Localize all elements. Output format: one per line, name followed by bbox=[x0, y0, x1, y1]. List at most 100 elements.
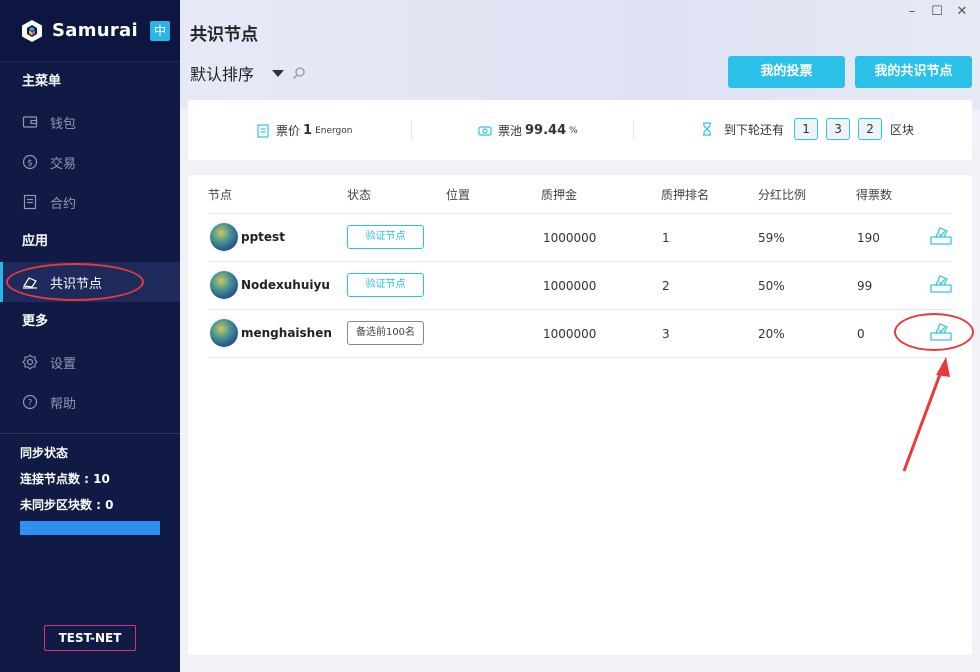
votes-cell: 190 bbox=[857, 231, 880, 245]
vote-icon[interactable] bbox=[930, 273, 952, 293]
network-badge[interactable]: TEST-NET bbox=[44, 625, 136, 651]
node-name[interactable]: Nodexuhuiyu bbox=[241, 278, 330, 292]
dollar-icon: $ bbox=[22, 154, 38, 170]
my-votes-button[interactable]: 我的投票 bbox=[728, 56, 845, 88]
help-icon: ? bbox=[22, 394, 38, 410]
ticket-price-unit: Energon bbox=[315, 125, 353, 136]
column-header: 得票数 bbox=[856, 188, 893, 202]
stats-card: 票价 1 Energon 票池 99.44 % 到下轮还有 1 3 2 区块 bbox=[188, 100, 972, 160]
block-digit: 2 bbox=[858, 118, 883, 140]
main-content: – ☐ ✕ 共识节点 默认排序 我的投票 我的共识节点 票价 1 Energon… bbox=[180, 0, 980, 672]
sidebar-item-label: 合约 bbox=[50, 196, 77, 212]
ticket-pool: 票池 99.44 % bbox=[478, 122, 578, 139]
sidebar-item-label: 交易 bbox=[50, 156, 77, 172]
row-divider bbox=[208, 261, 952, 262]
sidebar-item-settings[interactable]: 设置 bbox=[0, 342, 180, 382]
close-icon[interactable]: ✕ bbox=[955, 4, 969, 19]
ticket-price: 票价 1 Energon bbox=[256, 122, 352, 139]
avatar bbox=[210, 223, 238, 251]
column-header: 节点 bbox=[208, 188, 233, 202]
column-header: 位置 bbox=[446, 188, 471, 202]
ticket-price-value: 1 bbox=[303, 123, 313, 138]
sort-dropdown[interactable]: 默认排序 bbox=[190, 61, 306, 85]
stat-divider bbox=[633, 120, 634, 140]
stat-divider bbox=[411, 120, 412, 140]
sidebar-item-label: 钱包 bbox=[50, 116, 77, 132]
avatar bbox=[210, 271, 238, 299]
gear-icon bbox=[22, 354, 38, 370]
sync-title: 同步状态 bbox=[20, 446, 69, 460]
rank-cell: 1 bbox=[662, 231, 670, 245]
pool-icon bbox=[478, 125, 492, 136]
connected-nodes: 连接节点数 : 10 bbox=[20, 470, 114, 496]
unsynced-blocks-label: 未同步区块数 : bbox=[20, 498, 101, 512]
status-badge: 验证节点 bbox=[347, 225, 424, 249]
column-header: 状态 bbox=[347, 188, 372, 202]
block-unit: 区块 bbox=[890, 122, 915, 137]
rank-cell: 3 bbox=[662, 327, 670, 341]
sort-label: 默认排序 bbox=[190, 65, 255, 84]
sidebar-item-transaction[interactable]: $ 交易 bbox=[0, 142, 180, 182]
language-toggle[interactable]: 中 bbox=[150, 21, 170, 41]
annotation-arrow bbox=[902, 357, 950, 472]
wallet-icon bbox=[22, 116, 38, 128]
vote-icon[interactable] bbox=[930, 225, 952, 245]
dividend-cell: 59% bbox=[758, 231, 785, 245]
header-background bbox=[180, 0, 980, 110]
sync-progress-bar bbox=[20, 521, 160, 535]
node-name[interactable]: pptest bbox=[241, 230, 285, 244]
apps-title: 应用 bbox=[22, 234, 49, 249]
status-badge: 验证节点 bbox=[347, 273, 424, 297]
maximize-icon[interactable]: ☐ bbox=[930, 4, 944, 19]
ticket-price-label: 票价 bbox=[276, 124, 301, 138]
next-round-label: 到下轮还有 bbox=[724, 122, 785, 137]
sidebar: Samurai 中 主菜单 钱包 $ 交易 合约 应用 共识节点 更多 设置 ?… bbox=[0, 0, 180, 672]
sidebar-item-label: 帮助 bbox=[50, 396, 77, 412]
contract-icon bbox=[23, 194, 37, 210]
block-digit: 3 bbox=[826, 118, 851, 140]
ticket-icon bbox=[257, 123, 269, 138]
annotation-ellipse-sidebar bbox=[6, 263, 144, 301]
brand-name: Samurai bbox=[52, 20, 138, 41]
row-divider bbox=[208, 309, 952, 310]
dividend-cell: 20% bbox=[758, 327, 785, 341]
stake-cell: 1000000 bbox=[543, 231, 597, 245]
sidebar-item-help[interactable]: ? 帮助 bbox=[0, 382, 180, 422]
connected-nodes-label: 连接节点数 : bbox=[20, 472, 89, 486]
svg-text:?: ? bbox=[28, 399, 33, 409]
minimize-icon[interactable]: – bbox=[905, 4, 919, 19]
more-title: 更多 bbox=[22, 314, 49, 329]
svg-text:$: $ bbox=[27, 159, 33, 169]
page-title: 共识节点 bbox=[190, 25, 258, 45]
connected-nodes-value: 10 bbox=[93, 472, 110, 486]
pool-value: 99.44 bbox=[525, 123, 567, 138]
my-nodes-button[interactable]: 我的共识节点 bbox=[855, 56, 972, 88]
avatar bbox=[210, 319, 238, 347]
main-menu-title: 主菜单 bbox=[22, 74, 62, 89]
pool-label: 票池 bbox=[498, 124, 523, 138]
column-header: 质押金 bbox=[541, 188, 578, 202]
sidebar-item-wallet[interactable]: 钱包 bbox=[0, 102, 180, 142]
pool-unit: % bbox=[569, 125, 578, 136]
column-header: 质押排名 bbox=[661, 188, 710, 202]
annotation-ellipse-vote bbox=[894, 313, 974, 351]
chevron-down-icon[interactable] bbox=[272, 69, 285, 77]
rank-cell: 2 bbox=[662, 279, 670, 293]
block-digit: 1 bbox=[794, 118, 819, 140]
stake-cell: 1000000 bbox=[543, 279, 597, 293]
node-name[interactable]: menghaishen bbox=[241, 326, 332, 340]
sidebar-item-label: 设置 bbox=[50, 356, 77, 372]
stake-cell: 1000000 bbox=[543, 327, 597, 341]
unsynced-blocks: 未同步区块数 : 0 bbox=[20, 496, 114, 522]
column-header: 分红比例 bbox=[758, 188, 807, 202]
sidebar-divider bbox=[0, 433, 180, 434]
votes-cell: 99 bbox=[857, 279, 873, 293]
row-divider bbox=[208, 357, 952, 358]
sidebar-item-contract[interactable]: 合约 bbox=[0, 182, 180, 222]
dividend-cell: 50% bbox=[758, 279, 785, 293]
unsynced-blocks-value: 0 bbox=[105, 498, 114, 512]
search-icon[interactable] bbox=[292, 66, 306, 80]
hourglass-icon bbox=[703, 122, 711, 136]
status-badge: 备选前100名 bbox=[347, 321, 424, 345]
samurai-logo-icon bbox=[22, 19, 42, 42]
